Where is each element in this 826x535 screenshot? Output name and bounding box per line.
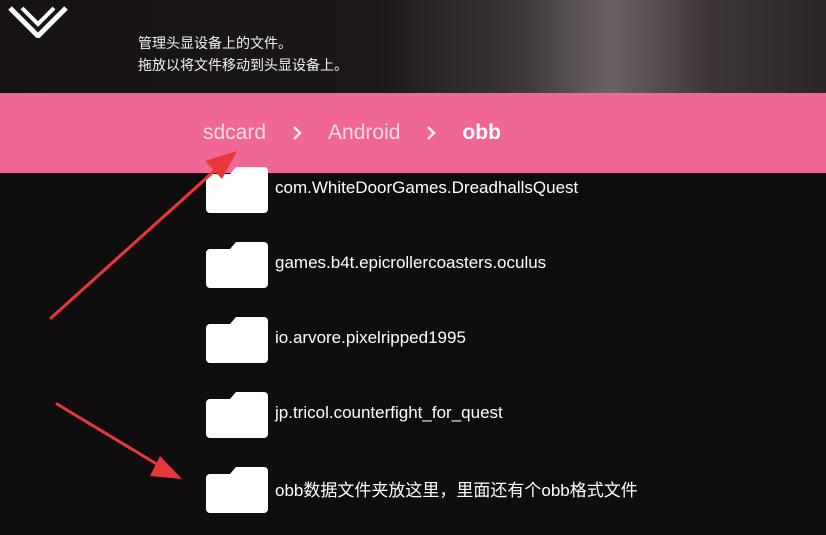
header: 管理头显设备上的文件。 拖放以将文件移动到头显设备上。 bbox=[0, 0, 826, 93]
list-item[interactable]: com.WhiteDoorGames.DreadhallsQuest bbox=[206, 153, 766, 223]
breadcrumb-item-android[interactable]: Android bbox=[328, 121, 400, 145]
breadcrumb-item-sdcard[interactable]: sdcard bbox=[203, 121, 266, 145]
folder-name: obb数据文件夹放这里，里面还有个obb格式文件 bbox=[275, 480, 638, 500]
annotation-arrow-to-obb-folder bbox=[55, 402, 182, 479]
info-line-manage: 管理头显设备上的文件。 bbox=[138, 36, 292, 52]
list-item[interactable]: io.arvore.pixelripped1995 bbox=[206, 303, 766, 373]
folder-icon bbox=[206, 392, 268, 438]
folder-name: games.b4t.epicrollercoasters.oculus bbox=[275, 253, 547, 272]
chevron-right-icon bbox=[286, 122, 308, 144]
folder-name: com.WhiteDoorGames.DreadhallsQuest bbox=[275, 178, 579, 197]
info-line-drag-drop: 拖放以将文件移动到头显设备上。 bbox=[138, 58, 348, 74]
header-info: 管理头显设备上的文件。 拖放以将文件移动到头显设备上。 bbox=[138, 33, 348, 77]
folder-icon bbox=[206, 242, 268, 288]
folder-name: jp.tricol.counterfight_for_quest bbox=[275, 403, 503, 422]
folder-icon bbox=[206, 317, 268, 363]
list-item[interactable]: games.b4t.epicrollercoasters.oculus bbox=[206, 228, 766, 298]
folder-icon bbox=[206, 167, 268, 213]
list-item[interactable]: obb数据文件夹放这里，里面还有个obb格式文件 bbox=[206, 453, 766, 523]
chevron-right-icon bbox=[420, 122, 442, 144]
app-logo-icon bbox=[8, 6, 68, 38]
list-item[interactable]: jp.tricol.counterfight_for_quest bbox=[206, 378, 766, 448]
folder-icon bbox=[206, 467, 268, 513]
folder-name: io.arvore.pixelripped1995 bbox=[275, 328, 466, 347]
breadcrumb-item-obb: obb bbox=[462, 121, 501, 144]
